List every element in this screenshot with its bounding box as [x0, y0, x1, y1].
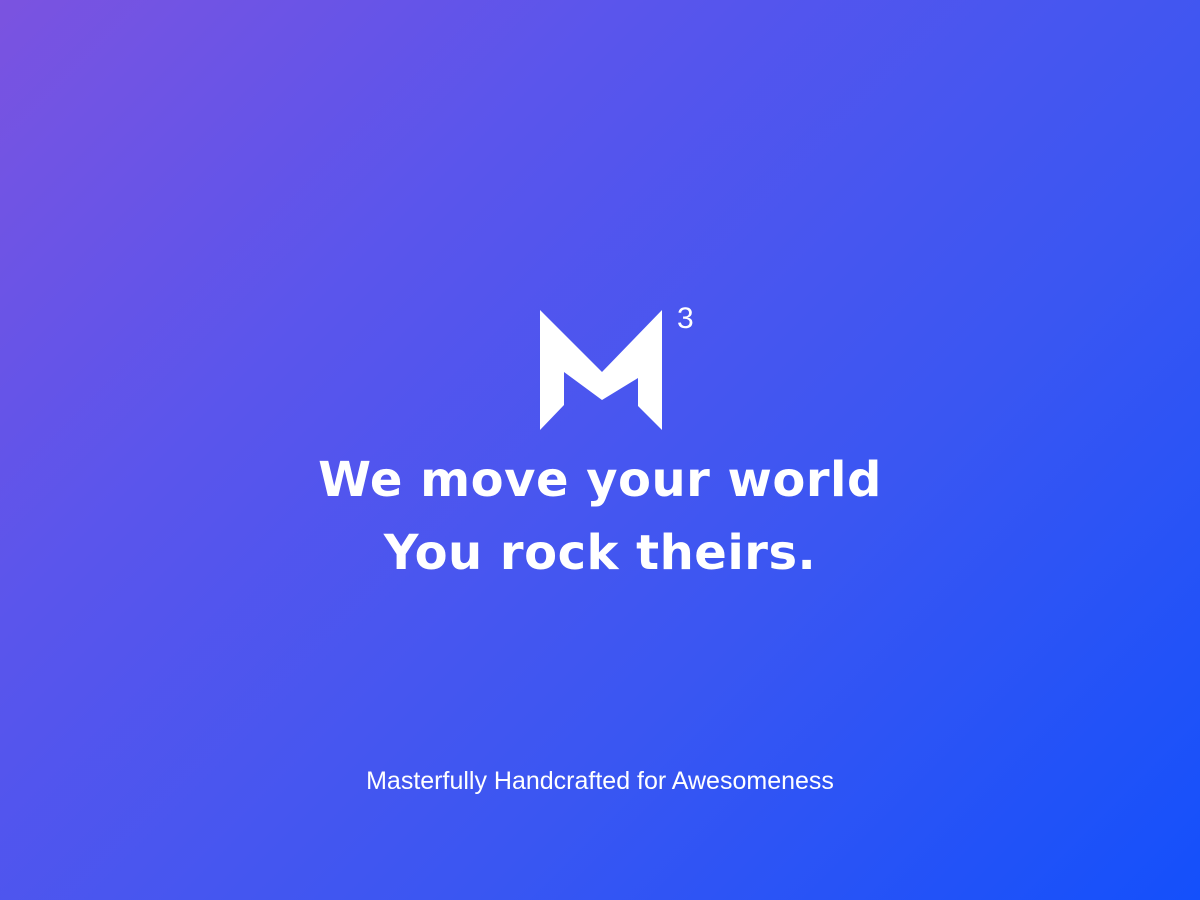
headline-line-1: We move your world: [318, 452, 882, 508]
logo-superscript: 3: [677, 302, 694, 335]
headline-line-2: You rock theirs.: [383, 525, 817, 581]
m3-logo-icon: [540, 310, 662, 430]
m3-logo: 3: [540, 304, 700, 432]
footer-tagline: Masterfully Handcrafted for Awesomeness: [366, 767, 834, 795]
splash-screen: { "brand": { "logo_letter": "M", "logo_s…: [0, 0, 1200, 900]
